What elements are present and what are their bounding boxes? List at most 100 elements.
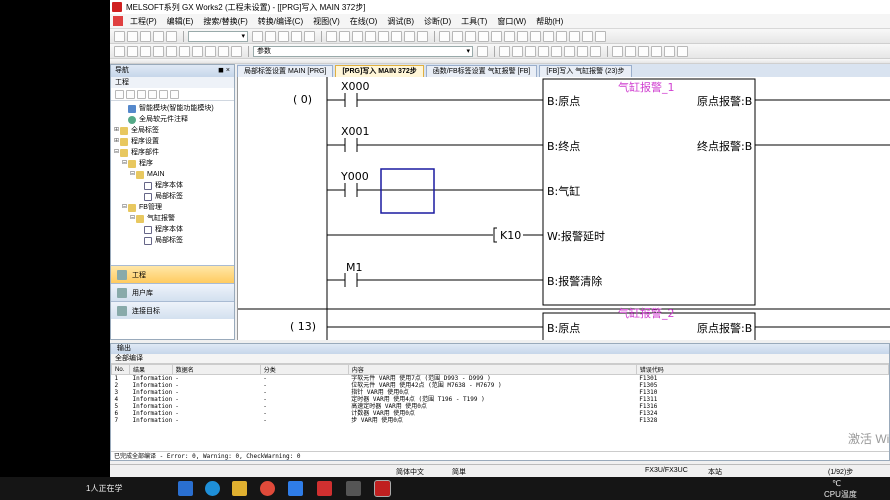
- output-row[interactable]: 2 Information - - 位软元件 VAR用 使用42点 (范围 M7638 …: [112, 382, 889, 389]
- output-row[interactable]: 7 Information - - 步 VAR用 使用0点 F1328: [112, 417, 889, 424]
- wps-icon[interactable]: [317, 481, 332, 496]
- tree-expander-icon[interactable]: ⊟: [121, 158, 128, 169]
- new-data-icon[interactable]: [115, 89, 124, 99]
- output-toggle-icon[interactable]: [140, 45, 151, 57]
- tab-local-label-main[interactable]: 局部标签设置 MAIN [PRG]: [237, 65, 334, 77]
- cut-icon[interactable]: [252, 30, 263, 42]
- zoom-icon[interactable]: [504, 30, 515, 42]
- tab-fb-label[interactable]: 函数/FB标签设置 气缸报警 [FB]: [425, 65, 538, 77]
- tree-item[interactable]: ⊟ 气缸报警: [113, 213, 234, 224]
- ladder-fall-icon[interactable]: [625, 45, 636, 57]
- tree-item[interactable]: 局部标签: [113, 235, 234, 246]
- sfc-icon[interactable]: [231, 45, 242, 57]
- diagnostics-icon[interactable]: [465, 30, 476, 42]
- ladder-vline-icon[interactable]: [590, 45, 601, 57]
- ladder-delete-line-icon[interactable]: [677, 45, 688, 57]
- tree-item[interactable]: ⊟ 程序部件: [113, 147, 234, 158]
- nav-toggle-icon[interactable]: [127, 45, 138, 57]
- menu-diagnostics[interactable]: 诊断(D): [419, 16, 456, 27]
- col-data-name[interactable]: 数据名: [171, 364, 261, 375]
- ladder-invert-icon[interactable]: [664, 45, 675, 57]
- file-explorer-icon[interactable]: [232, 481, 247, 496]
- output-row[interactable]: 5 Information - - 高速定时器 VAR用 使用0点 F1316: [112, 403, 889, 410]
- tree-expander-icon[interactable]: ⊟: [129, 213, 136, 224]
- ladder-rise-icon[interactable]: [612, 45, 623, 57]
- tree-item[interactable]: ⊞ 程序设置: [113, 136, 234, 147]
- col-no[interactable]: No.: [111, 364, 130, 375]
- delete-icon[interactable]: [137, 89, 146, 99]
- menu-help[interactable]: 帮助(H): [531, 16, 568, 27]
- window-icon[interactable]: [491, 30, 502, 42]
- ladder-coil-icon[interactable]: [551, 45, 562, 57]
- tree-item[interactable]: 局部标签: [113, 191, 234, 202]
- col-content[interactable]: 内容: [347, 364, 637, 375]
- sort-icon[interactable]: [148, 89, 157, 99]
- label-icon[interactable]: [556, 30, 567, 42]
- nav-tab-user-library[interactable]: 用户库: [111, 283, 234, 301]
- chrome-icon[interactable]: [260, 481, 275, 496]
- tree-expander-icon[interactable]: ⊟: [113, 147, 120, 158]
- col-error-code[interactable]: 错误代码: [635, 364, 890, 375]
- compile-icon[interactable]: [365, 30, 376, 42]
- param-browse-icon[interactable]: [477, 45, 488, 57]
- ladder-contact-icon[interactable]: [499, 45, 510, 57]
- nav-pin-close[interactable]: ◼ ×: [218, 65, 230, 77]
- fb-icon[interactable]: [218, 45, 229, 57]
- tab-prg-main[interactable]: [PRG]写入 MAIN 372步: [335, 65, 424, 77]
- ladder-rise-parallel-icon[interactable]: [638, 45, 649, 57]
- ladder-parallel-b-icon[interactable]: [538, 45, 549, 57]
- ladder-editor[interactable]: ( 0) ( 13) X000 X001 Y000 M1 K10 气缸报警_1 …: [237, 77, 890, 340]
- ladder-hline-icon[interactable]: [577, 45, 588, 57]
- menu-tool[interactable]: 工具(T): [456, 16, 492, 27]
- video-app-icon[interactable]: [346, 481, 361, 496]
- menu-view[interactable]: 视图(V): [308, 16, 345, 27]
- tree-item[interactable]: ⊟ 程序: [113, 158, 234, 169]
- menu-debug[interactable]: 调试(B): [382, 16, 419, 27]
- nav-tab-project[interactable]: 工程: [111, 265, 234, 283]
- new-icon[interactable]: [114, 30, 125, 42]
- library-icon[interactable]: [582, 30, 593, 42]
- device-test-icon[interactable]: [452, 30, 463, 42]
- col-category[interactable]: 分类: [259, 364, 349, 375]
- output-row[interactable]: 6 Information - - 计数器 VAR用 使用0点 F1324: [112, 410, 889, 417]
- find-icon[interactable]: [326, 30, 337, 42]
- tree-expander-icon[interactable]: ⊟: [129, 169, 136, 180]
- cross-ref-icon[interactable]: [179, 45, 190, 57]
- help-icon[interactable]: [166, 30, 177, 42]
- find-device-icon[interactable]: [166, 45, 177, 57]
- ladder-fall-parallel-icon[interactable]: [651, 45, 662, 57]
- tree-item[interactable]: 程序本体: [113, 180, 234, 191]
- param-select[interactable]: 参数: [253, 45, 473, 57]
- undo-icon[interactable]: [291, 30, 302, 42]
- statement-icon[interactable]: [530, 30, 541, 42]
- option-icon[interactable]: [478, 30, 489, 42]
- read-plc-icon[interactable]: [391, 30, 402, 42]
- col-result[interactable]: 结果: [129, 364, 173, 375]
- simulate-icon[interactable]: [439, 30, 450, 42]
- ladder-instruction-icon[interactable]: [564, 45, 575, 57]
- output-row[interactable]: 1 Information - - 字软元件 VAR用 使用7点 (范围 D993 - …: [112, 375, 889, 383]
- tree-item[interactable]: ⊟ FB管理: [113, 202, 234, 213]
- menu-window[interactable]: 窗口(W): [492, 16, 531, 27]
- paste-icon[interactable]: [278, 30, 289, 42]
- ladder-parallel-icon[interactable]: [525, 45, 536, 57]
- windows-start-icon[interactable]: [178, 481, 193, 496]
- save-icon[interactable]: [140, 30, 151, 42]
- watch-icon[interactable]: [153, 45, 164, 57]
- ladder-cursor[interactable]: [380, 168, 435, 214]
- menu-find-replace[interactable]: 搜索/替换(F): [198, 16, 252, 27]
- settings-icon[interactable]: [595, 30, 606, 42]
- app-k-icon[interactable]: [288, 481, 303, 496]
- print-icon[interactable]: [153, 30, 164, 42]
- tree-item[interactable]: ⊞ 全局标签: [113, 125, 234, 136]
- tree-item[interactable]: 智能模块(智能功能模块): [113, 103, 234, 114]
- output-row[interactable]: 3 Information - - 指针 VAR用 使用0点 F1310: [112, 389, 889, 396]
- expand-icon[interactable]: [159, 89, 168, 99]
- filter-icon[interactable]: [170, 89, 179, 99]
- ladder-contact-b-icon[interactable]: [512, 45, 523, 57]
- tree-expander-icon[interactable]: ⊟: [121, 202, 128, 213]
- tree-expander-icon[interactable]: ⊞: [113, 136, 120, 147]
- copy-icon[interactable]: [265, 30, 276, 42]
- open-icon[interactable]: [127, 30, 138, 42]
- gx-works-taskbar-icon[interactable]: [374, 480, 391, 497]
